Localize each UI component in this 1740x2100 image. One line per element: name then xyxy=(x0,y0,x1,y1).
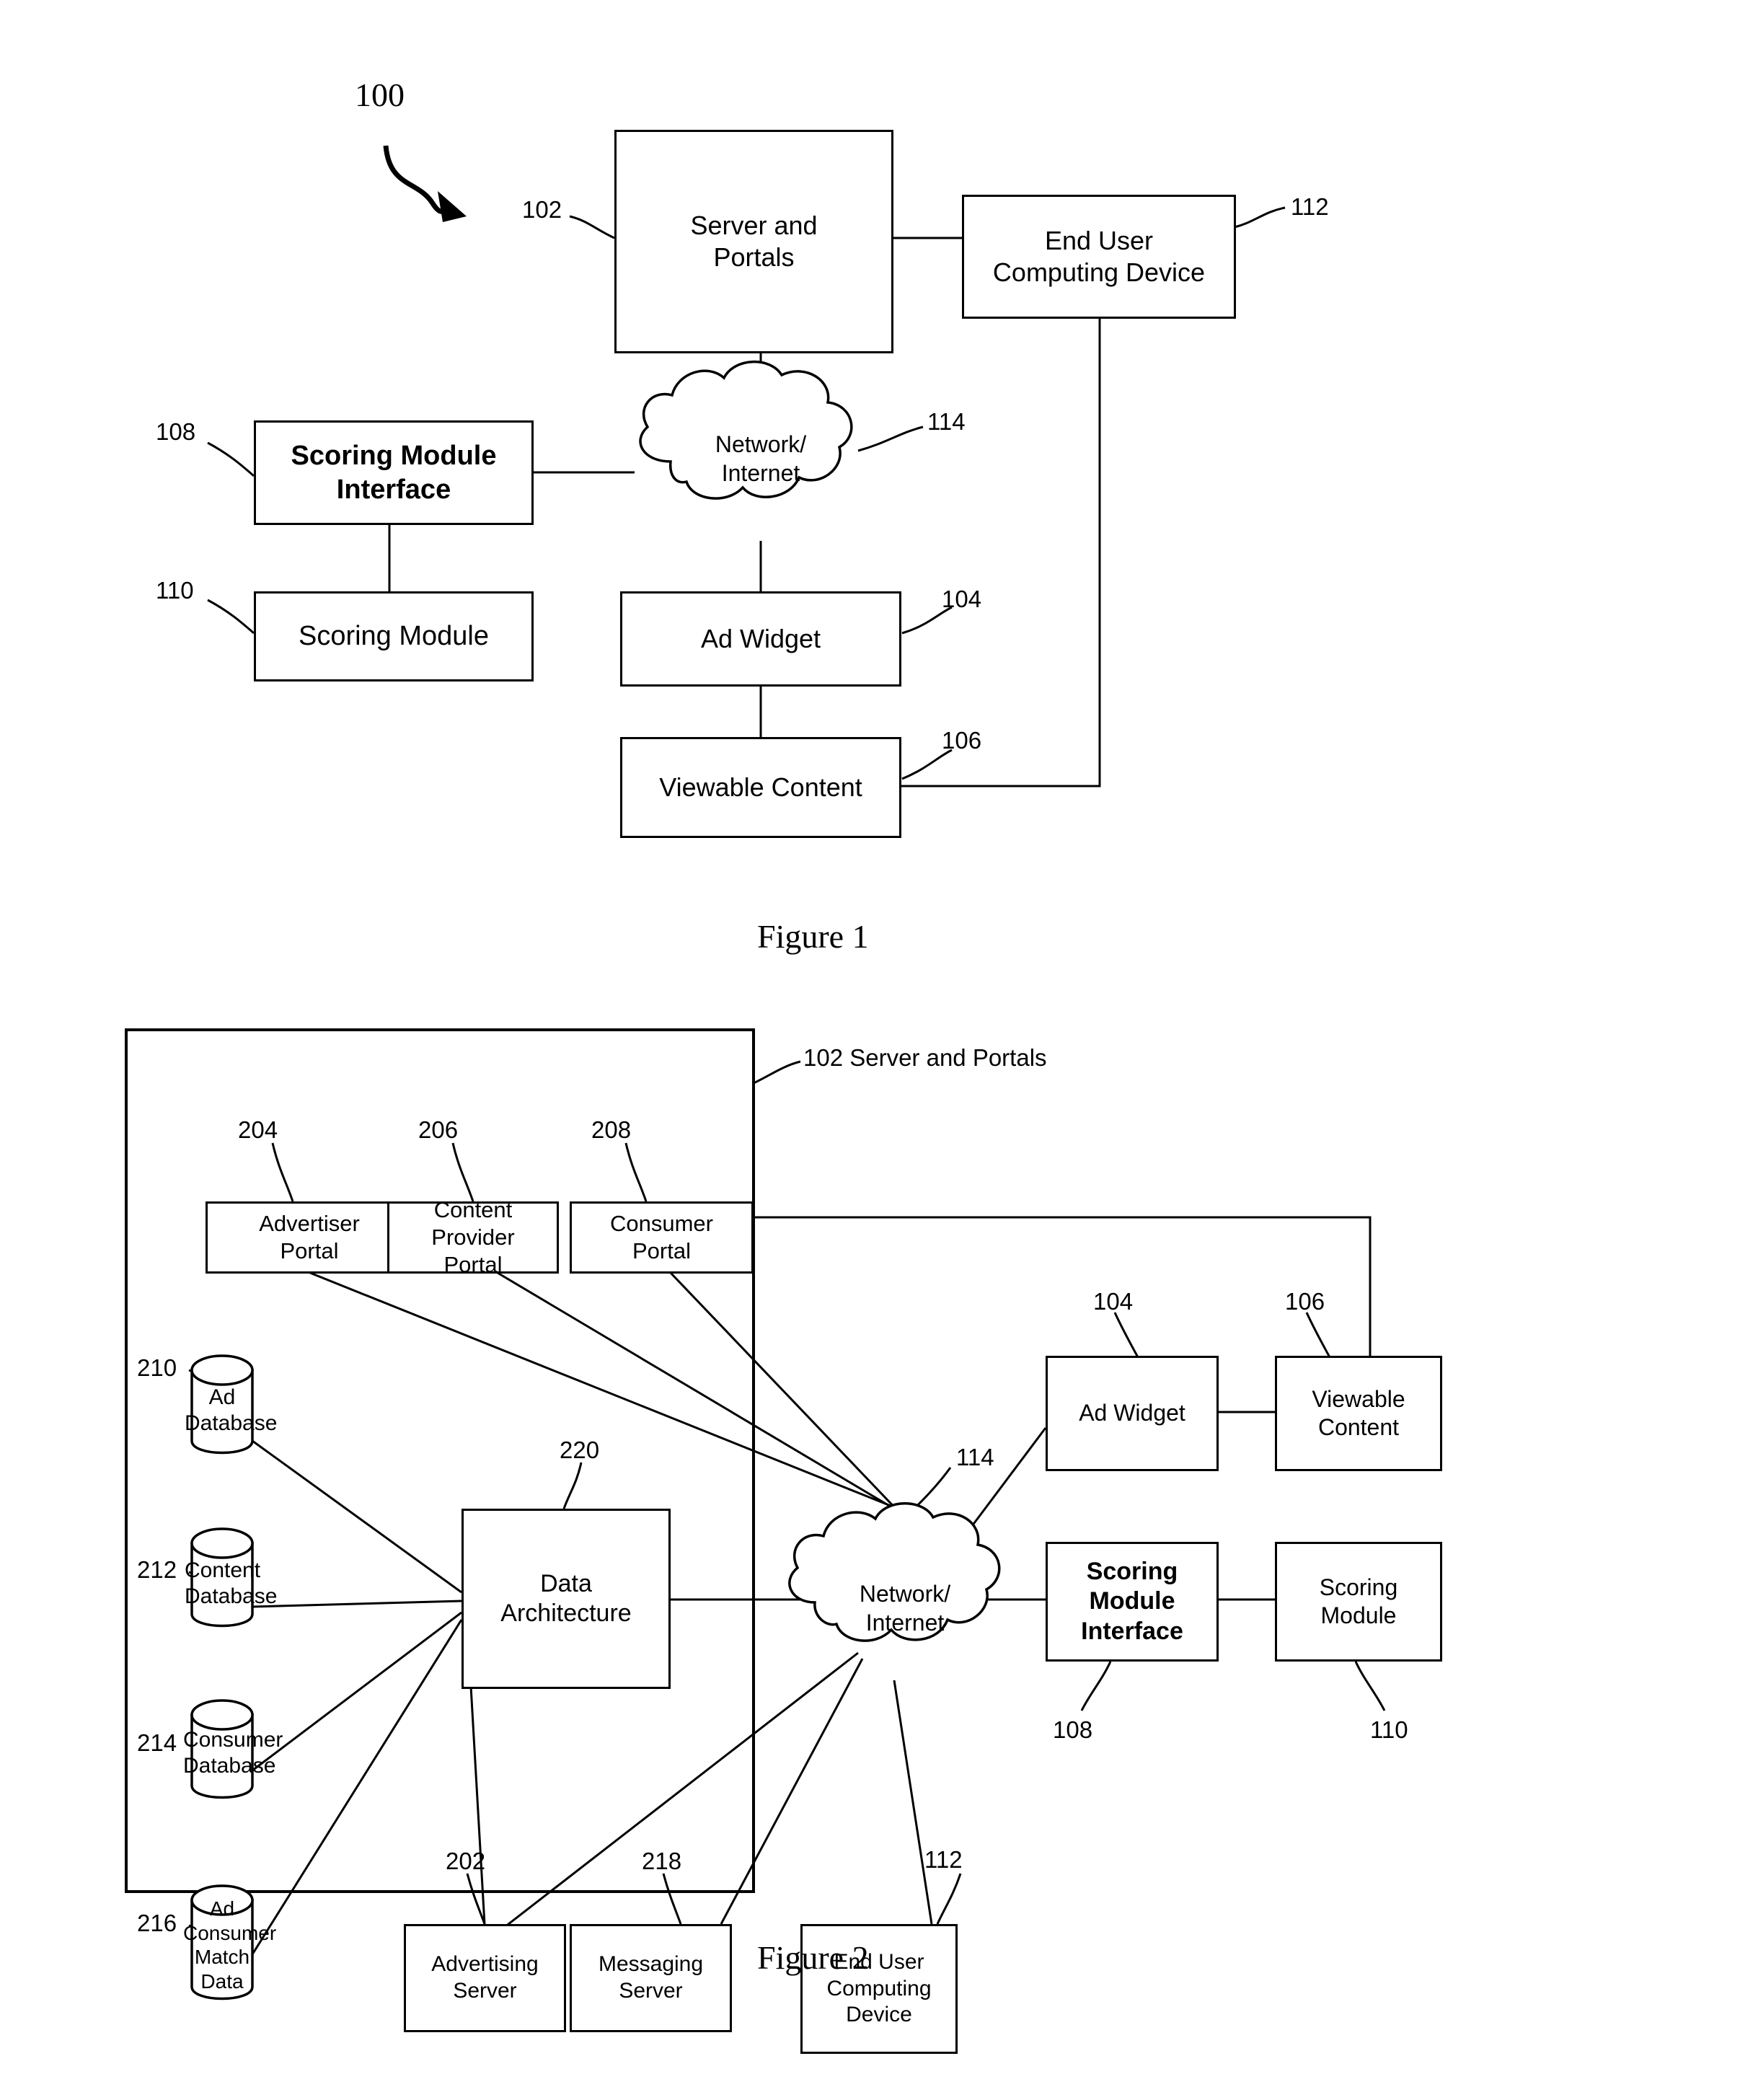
link-msgserver-cloud xyxy=(720,1658,864,1925)
link-addb-dataarch xyxy=(252,1439,462,1594)
node-ad-widget[interactable]: Ad Widget xyxy=(620,591,901,687)
node-server-and-portals[interactable]: Server and Portals xyxy=(614,130,893,353)
ref-216: 216 xyxy=(137,1910,177,1936)
cylinder-ad-database xyxy=(190,1354,254,1455)
leader-104-fig2 xyxy=(1113,1312,1139,1358)
ref-108: 108 xyxy=(156,418,196,445)
ref-112: 112 xyxy=(1291,193,1329,220)
leader-108-fig2 xyxy=(1080,1661,1112,1711)
ref-110: 110 xyxy=(156,577,194,604)
link-cloud-enduser-f2 xyxy=(893,1680,933,1925)
ref-104-f2: 104 xyxy=(1093,1288,1134,1315)
node-scoring-module-f2[interactable]: Scoring Module xyxy=(1275,1542,1442,1662)
link-advertiserportal-cloud xyxy=(309,1271,898,1510)
link-contentportal-cloud xyxy=(497,1271,898,1512)
node-consumer-portal[interactable]: Consumer Portal xyxy=(570,1201,754,1274)
leader-220 xyxy=(562,1462,583,1509)
link-contentdb-dataarch xyxy=(252,1600,462,1608)
node-scoring-module-interface[interactable]: Scoring Module Interface xyxy=(254,420,534,525)
node-ad-widget-label: Ad Widget xyxy=(700,624,821,654)
figure-2: 102 Server and Portals Advertiser Portal… xyxy=(0,995,1740,2100)
ref-108-f2: 108 xyxy=(1053,1716,1093,1743)
server-portals-container-label: 102 Server and Portals xyxy=(803,1044,1047,1071)
node-viewable-content-f2-label: Viewable Content xyxy=(1312,1385,1405,1440)
leader-102-fig2 xyxy=(753,1060,801,1085)
node-scoring-module[interactable]: Scoring Module xyxy=(254,591,534,681)
network-cloud-shape-fig1 xyxy=(639,360,853,500)
cylinder-ad-consumer-match-data xyxy=(190,1884,254,2000)
ref-212: 212 xyxy=(137,1556,177,1583)
node-advertising-server-label: Advertising Server xyxy=(431,1952,539,2003)
ref-202: 202 xyxy=(446,1848,486,1874)
ref-206: 206 xyxy=(418,1116,459,1143)
ref-112-f2: 112 xyxy=(924,1846,963,1873)
cylinder-consumer-database xyxy=(190,1699,254,1799)
node-ad-widget-f2[interactable]: Ad Widget xyxy=(1046,1356,1219,1471)
ref-106: 106 xyxy=(942,727,982,754)
network-cloud-shape-fig2 xyxy=(788,1502,1001,1642)
node-scoring-module-label: Scoring Module xyxy=(298,621,490,652)
ref-114: 114 xyxy=(927,408,966,435)
cylinder-content-database xyxy=(190,1527,254,1628)
node-data-architecture[interactable]: Data Architecture xyxy=(462,1509,671,1689)
node-scoring-module-f2-label: Scoring Module xyxy=(1319,1574,1398,1628)
figure-1: 100 Server and Portals 102 End User Comp… xyxy=(0,0,1740,981)
leader-206 xyxy=(451,1142,474,1202)
leader-114 xyxy=(857,425,924,452)
leader-112 xyxy=(1234,206,1286,229)
ref-106-f2: 106 xyxy=(1285,1288,1325,1315)
link-adserver-cloud xyxy=(504,1651,859,1928)
ref-218: 218 xyxy=(642,1848,682,1874)
leader-218 xyxy=(662,1873,682,1925)
leader-204 xyxy=(271,1142,294,1202)
node-viewable-content[interactable]: Viewable Content xyxy=(620,737,901,838)
node-messaging-server-label: Messaging Server xyxy=(598,1952,704,2003)
ref-214: 214 xyxy=(137,1729,177,1756)
ref-210: 210 xyxy=(137,1354,177,1381)
node-scoring-module-interface-f2[interactable]: Scoring Module Interface xyxy=(1046,1542,1219,1662)
node-scoring-module-interface-label: Scoring Module Interface xyxy=(291,441,497,505)
leader-102 xyxy=(569,215,615,239)
leader-110-fig2 xyxy=(1354,1661,1386,1711)
link-consumerportal-cloud xyxy=(669,1271,901,1514)
node-advertiser-portal[interactable]: Advertiser Portal xyxy=(206,1201,413,1274)
node-scoring-module-interface-f2-label: Scoring Module Interface xyxy=(1081,1557,1183,1645)
leader-112-fig2 xyxy=(936,1873,962,1925)
node-viewable-content-f2[interactable]: Viewable Content xyxy=(1275,1356,1442,1471)
node-content-provider-portal[interactable]: Content Provider Portal xyxy=(387,1197,559,1277)
leader-106 xyxy=(901,749,953,780)
node-viewable-content-label: Viewable Content xyxy=(659,772,862,803)
ref-100-arrowhead xyxy=(438,191,467,222)
leader-106-fig2 xyxy=(1305,1312,1331,1358)
ref-104: 104 xyxy=(942,586,982,612)
ref-204: 204 xyxy=(238,1116,278,1143)
figure-2-caption: Figure 2 xyxy=(757,1939,869,1976)
node-end-user-computing-device-label: End User Computing Device xyxy=(992,226,1206,287)
node-ad-widget-f2-label: Ad Widget xyxy=(1079,1400,1185,1426)
node-advertiser-portal-label: Advertiser Portal xyxy=(259,1211,360,1263)
link-enduser-viewable xyxy=(896,317,1101,788)
leader-110 xyxy=(207,599,255,635)
node-data-architecture-label: Data Architecture xyxy=(500,1569,632,1627)
ref-220: 220 xyxy=(560,1437,600,1463)
link-consumerdb-dataarch xyxy=(252,1611,462,1772)
node-advertising-server[interactable]: Advertising Server xyxy=(404,1924,566,2032)
figure-1-caption: Figure 1 xyxy=(757,918,869,955)
leader-108 xyxy=(207,441,255,477)
ref-102: 102 xyxy=(522,196,562,223)
node-content-provider-portal-label: Content Provider Portal xyxy=(431,1197,515,1277)
node-consumer-portal-label: Consumer Portal xyxy=(610,1211,713,1263)
ref-208: 208 xyxy=(591,1116,632,1143)
node-end-user-computing-device[interactable]: End User Computing Device xyxy=(962,195,1236,319)
node-messaging-server[interactable]: Messaging Server xyxy=(570,1924,732,2032)
ref-114-f2: 114 xyxy=(956,1444,994,1470)
leader-208 xyxy=(624,1142,648,1202)
link-consumerportal-viewable xyxy=(754,1216,1372,1356)
ref-100: 100 xyxy=(355,76,405,113)
link-matchdata-dataarch xyxy=(251,1619,463,1955)
node-server-and-portals-label: Server and Portals xyxy=(690,211,818,272)
ref-110-f2: 110 xyxy=(1370,1716,1408,1743)
